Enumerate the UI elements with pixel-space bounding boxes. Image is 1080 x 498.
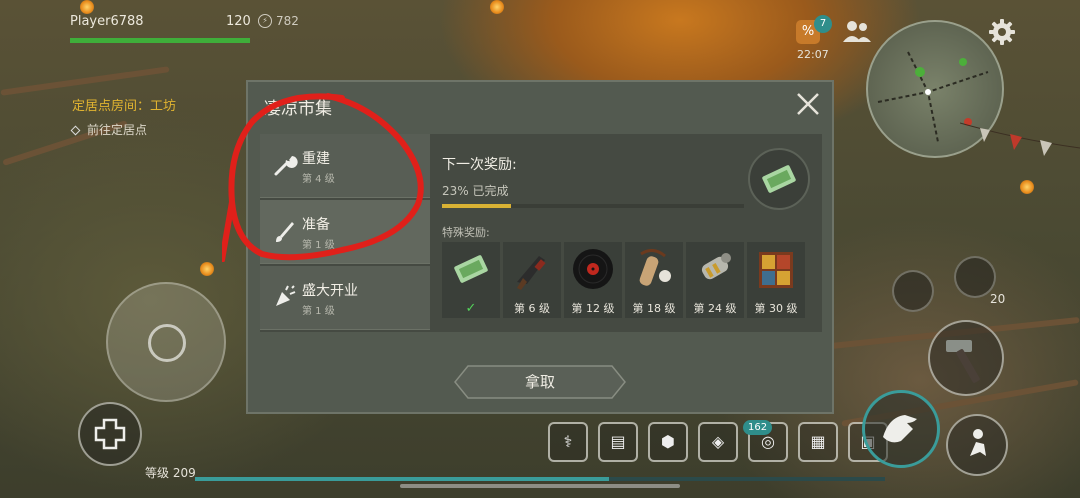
torch-flame [1020, 180, 1034, 194]
energy-value: 782 [276, 14, 299, 28]
reward-slot[interactable]: 第 30 级 [747, 242, 805, 318]
joystick-knob[interactable] [148, 324, 186, 362]
vinyl-record-icon [573, 249, 613, 289]
bottom-toolbar: ⚕ ▤ ⬢ ◈ ◎ ▦ ▣ [548, 422, 888, 462]
sneak-button[interactable] [946, 414, 1008, 476]
discount-badge: 7 [814, 15, 832, 33]
progress-bar [442, 204, 744, 208]
ticket-icon [454, 255, 488, 283]
attack-button[interactable] [928, 320, 1004, 396]
crate-icon [759, 252, 793, 288]
sidebar-item-label: 盛大开业 [302, 283, 358, 299]
gun-icon [517, 256, 546, 290]
reward-level-label: 第 18 级 [632, 302, 676, 315]
player-name: Player6788 [70, 14, 144, 29]
sidebar-item-level: 第 1 级 [302, 306, 335, 317]
bunting-flags [960, 122, 1080, 156]
reward-slot[interactable]: 第 24 级 [686, 242, 744, 318]
crouch-icon [970, 429, 986, 456]
friends-icon[interactable] [842, 18, 872, 44]
weapon-slot[interactable] [892, 270, 934, 312]
system-gesture-bar [400, 484, 680, 488]
confetti-icon [276, 285, 296, 306]
objective-bullet-icon [70, 125, 81, 136]
reward-level-label: 第 12 级 [571, 302, 615, 315]
progress-bar-fill [442, 204, 512, 208]
torch-flame [80, 0, 94, 14]
interact-button[interactable] [862, 390, 940, 468]
dna-icon[interactable]: ⚕ [548, 422, 588, 462]
reward-claimed-check: ✓ [465, 301, 477, 316]
claim-button[interactable]: 拿取 [454, 365, 626, 399]
red-circle-annotation [222, 93, 424, 262]
reward-slot[interactable]: 第 18 级 [625, 242, 683, 318]
reward-level-label: 第 30 级 [754, 302, 798, 315]
progress-text: 23% 已完成 [442, 184, 509, 198]
medkit-count: 20 [990, 292, 1006, 306]
torch-flame [200, 262, 214, 276]
xp-bar [195, 477, 885, 481]
hammer-icon [946, 340, 980, 383]
close-icon[interactable] [794, 90, 822, 118]
quest-objective[interactable]: 前往定居点 [70, 121, 148, 138]
torch-flame [490, 0, 504, 14]
coins-badge: 162 [743, 420, 773, 435]
clan-icon[interactable]: ◈ [698, 422, 738, 462]
reward-slot[interactable]: 第 6 级 [503, 242, 561, 318]
box-icon[interactable]: ⬢ [648, 422, 688, 462]
claim-button-label: 拿取 [524, 373, 555, 391]
next-reward-title: 下一次奖励: [442, 157, 517, 173]
movement-joystick[interactable] [106, 282, 226, 402]
quest-objective-text: 前往定居点 [87, 123, 148, 137]
hp-value: 120 [226, 14, 251, 29]
energy-icon: ⚡ [258, 14, 272, 28]
special-rewards-list: ✓ 第 6 级 第 12 级 第 18 级 第 24 级 第 30 级 [442, 242, 805, 318]
game-clock: 22:07 [797, 48, 829, 61]
hp-bar [70, 38, 250, 43]
special-rewards-label: 特殊奖励: [442, 226, 490, 239]
reward-level-label: 第 24 级 [693, 302, 737, 315]
reward-level-label: 第 6 级 [514, 302, 550, 315]
player-level: 等级 209 [145, 466, 196, 480]
xp-bar-fill [195, 477, 609, 481]
slingshot-icon [639, 249, 671, 286]
build-plus-icon [94, 418, 126, 450]
ticket-icon [762, 165, 796, 193]
next-reward-slot[interactable] [748, 148, 810, 210]
reward-slot[interactable]: ✓ [442, 242, 500, 318]
gear-icon[interactable] [988, 18, 1016, 46]
quest-title[interactable]: 定居点房间：工坊 [72, 95, 176, 114]
reward-panel: 下一次奖励: 23% 已完成 特殊奖励: ✓ 第 6 级 第 12 级 第 18… [442, 134, 822, 332]
map-icon[interactable]: ▦ [798, 422, 838, 462]
reward-slot[interactable]: 第 12 级 [564, 242, 622, 318]
engine-part-icon [701, 253, 731, 280]
energy-display: ⚡ 782 [258, 14, 299, 28]
sidebar-item-grand-opening[interactable]: 盛大开业 第 1 级 [260, 266, 430, 330]
build-button[interactable] [78, 402, 142, 466]
hp-bar-fill [70, 38, 250, 43]
crafting-icon[interactable]: ▤ [598, 422, 638, 462]
hand-icon [883, 415, 917, 443]
